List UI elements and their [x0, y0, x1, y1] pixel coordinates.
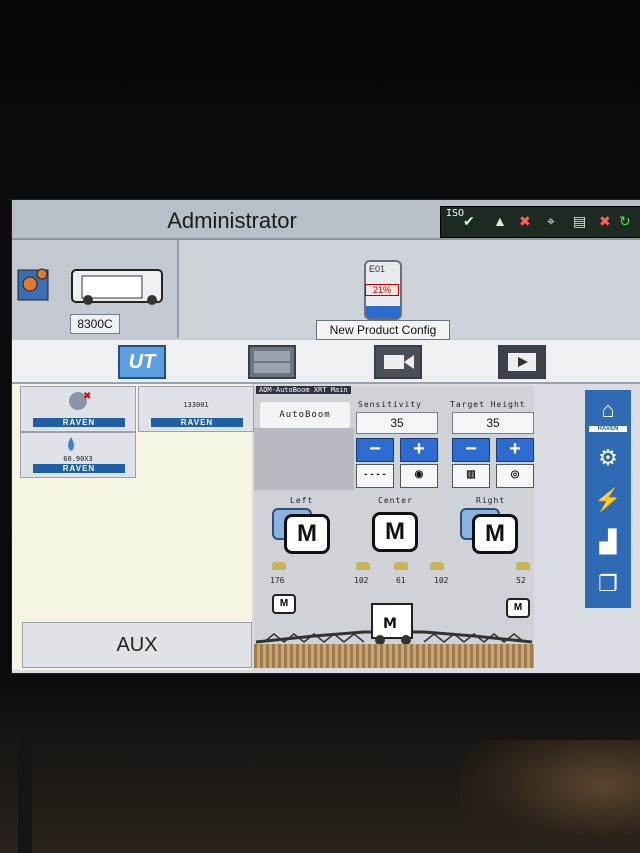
raven-logo: RAVEN	[33, 464, 125, 473]
record-icon[interactable]: ◉	[400, 464, 438, 488]
target-height-increase-button[interactable]: +	[496, 438, 534, 462]
target-height-label: Target Height	[450, 400, 526, 409]
product-tile[interactable]: E01 21% New Product Config	[179, 240, 640, 340]
video-settings-icon	[508, 353, 536, 371]
tab-ut[interactable]: UT	[118, 345, 166, 379]
sensitivity-decrease-button[interactable]: −	[356, 438, 394, 462]
tab-camera[interactable]	[374, 345, 422, 379]
machine-icon: ▤	[573, 213, 587, 229]
height-left-inner: 102	[354, 576, 369, 585]
status-tray[interactable]: ✔ ▲ ✖ ⌖ ▤ ✖ ↻	[440, 206, 640, 238]
tab-map[interactable]	[248, 345, 296, 379]
tab-video[interactable]	[498, 345, 546, 379]
droplet-icon	[68, 437, 74, 451]
sprayer-boom-icon: M	[255, 603, 533, 645]
svg-text:M: M	[383, 616, 397, 632]
close-icon: ✖	[599, 213, 611, 229]
height-center: 61	[396, 576, 406, 585]
target-icon[interactable]: ◎	[496, 464, 534, 488]
page-title: Administrator	[167, 208, 297, 233]
home-icon[interactable]: ⌂	[589, 392, 627, 428]
ecu-code: 133001	[183, 401, 209, 409]
boom-icon: ✖	[69, 391, 91, 410]
ut-title: ADM-AutoBoom XRT Main	[256, 386, 351, 394]
ecu-code: 60.90X3	[63, 455, 93, 463]
machine-name: 8300C	[70, 314, 120, 334]
field-ground	[254, 644, 534, 668]
check-icon: ✔	[463, 213, 475, 229]
desk-background	[460, 740, 640, 853]
svg-text:✖: ✖	[83, 391, 91, 402]
sensitivity-label: Sensitivity	[358, 400, 422, 409]
height-left-outer: 176	[270, 576, 285, 585]
map-icon	[254, 351, 290, 373]
terminal-screen: Administrator ✔ ▲ ✖ ⌖ ▤ ✖ ↻ ISO 8300C E0…	[12, 200, 640, 673]
sensitivity-value: 35	[356, 412, 438, 434]
iso-label: ISO	[446, 208, 465, 219]
section-left-label: Left	[290, 496, 314, 505]
height-right-outer: 52	[516, 576, 526, 585]
raven-logo: RAVEN	[151, 418, 243, 427]
raven-logo: RAVEN	[33, 418, 125, 427]
center-mode-button[interactable]: M	[372, 512, 418, 552]
refresh-icon: ↻	[619, 213, 631, 229]
ecu-tile-1[interactable]: ✖ RAVEN	[20, 386, 136, 432]
left-mode-button[interactable]: M	[284, 514, 330, 554]
right-mode-button[interactable]: M	[472, 514, 518, 554]
sensor-left-inner	[356, 562, 370, 570]
ecu-tile-3[interactable]: 60.90X3 RAVEN	[20, 432, 136, 478]
ut-screen: ADM-AutoBoom XRT Main AutoBoom Sensitivi…	[254, 386, 534, 668]
product-config-label: New Product Config	[316, 320, 450, 340]
section-right-label: Right	[476, 496, 506, 505]
camera-icon	[384, 355, 414, 369]
tank-code: E01	[369, 264, 386, 274]
target-height-value: 35	[452, 412, 534, 434]
height-preset-button[interactable]: ▥	[452, 464, 490, 488]
windows-icon[interactable]: ❐	[589, 566, 627, 602]
sensor-center	[394, 562, 408, 570]
tank-percent: 21%	[365, 284, 399, 296]
sensor-right-outer	[516, 562, 530, 570]
sensor-right-inner	[430, 562, 444, 570]
mode-panel	[254, 428, 354, 490]
ecu-tile-2[interactable]: 133001 RAVEN	[138, 386, 254, 432]
machine-icon	[17, 268, 163, 305]
error-icon: ✖	[519, 213, 531, 229]
target-height-decrease-button[interactable]: −	[452, 438, 490, 462]
machine-tile[interactable]: 8300C	[12, 240, 179, 338]
section-center-label: Center	[378, 496, 413, 505]
chart-icon[interactable]: ▟	[589, 524, 627, 560]
app-tabs: UT	[12, 340, 640, 384]
header-bar: Administrator ✔ ▲ ✖ ⌖ ▤ ✖ ↻ ISO	[12, 200, 640, 240]
sensitivity-increase-button[interactable]: +	[400, 438, 438, 462]
raven-logo: RAVEN	[589, 426, 627, 432]
aux-button[interactable]: AUX	[22, 622, 252, 668]
right-toolbar: ⌂ RAVEN ⚙ ⚡ ▟ ❐	[585, 390, 631, 608]
monitor-stand	[18, 735, 32, 853]
autoboom-mode-button[interactable]: AutoBoom	[260, 402, 350, 428]
height-right-inner: 102	[434, 576, 449, 585]
ecu-panel: ✖ RAVEN 133001 RAVEN 60.90X3 RAVEN AUX	[12, 384, 254, 670]
dashed-line-button[interactable]: - - - -	[356, 464, 394, 488]
diagnostics-icon[interactable]: ⚡	[589, 482, 627, 518]
sensor-left-outer	[272, 562, 286, 570]
gps-icon: ⌖	[547, 213, 555, 229]
gear-icon[interactable]: ⚙	[589, 440, 627, 476]
alert-icon: ▲	[493, 213, 507, 229]
tile-row: 8300C E01 21% New Product Config	[12, 240, 640, 340]
